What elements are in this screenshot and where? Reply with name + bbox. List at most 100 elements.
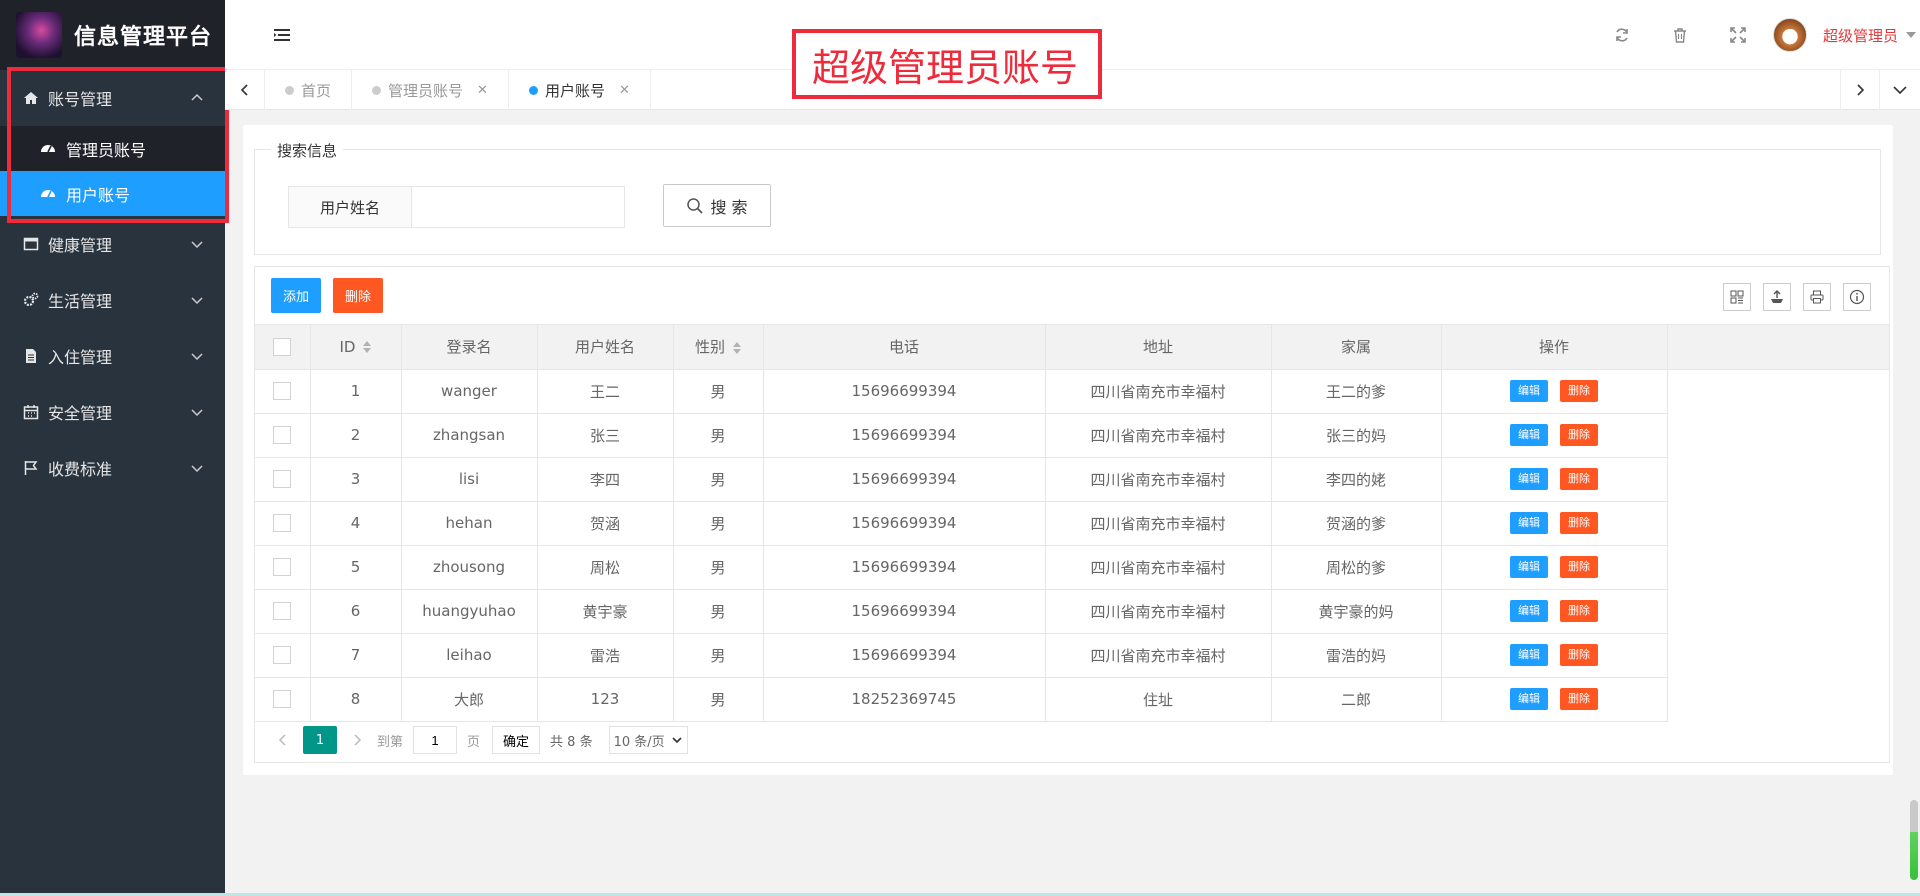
cell-name: 黄宇豪: [537, 589, 674, 634]
table-row[interactable]: 4 hehan 贺涵男 15696699394 四川省南充市幸福村 贺涵的爹 编辑 删除: [255, 501, 1889, 546]
table-row[interactable]: 6 huangyuhao 黄宇豪男 15696699394 四川省南充市幸福村 黄宇豪的妈…: [255, 589, 1889, 634]
cell-phone: 15696699394: [763, 545, 1046, 590]
column-header-filler: [1667, 325, 1889, 370]
user-table: ID 登录名 用户姓名 性别 电话 地址 家属 操作 1 wanger 王二男 156…: [255, 325, 1889, 722]
delete-button[interactable]: 删除: [1560, 556, 1598, 578]
cell-name: 王二: [537, 369, 674, 414]
edit-button[interactable]: 编辑: [1510, 644, 1548, 666]
close-icon[interactable]: ✕: [619, 83, 630, 98]
cell-family: 雷浩的妈: [1271, 633, 1442, 678]
delete-button[interactable]: 删除: [1560, 644, 1598, 666]
delete-button[interactable]: 删除: [1560, 688, 1598, 710]
row-checkbox[interactable]: [273, 646, 292, 665]
edit-button[interactable]: 编辑: [1510, 600, 1548, 622]
cell-name: 张三: [537, 413, 674, 458]
current-page[interactable]: 1: [303, 726, 337, 754]
delete-button[interactable]: 删除: [1560, 600, 1598, 622]
sidebar-item-admin-accounts[interactable]: 管理员账号: [0, 126, 225, 171]
sidebar-group-account[interactable]: 账号管理: [0, 70, 225, 126]
cell-phone: 15696699394: [763, 501, 1046, 546]
tab-home[interactable]: 首页: [265, 70, 353, 110]
row-checkbox[interactable]: [273, 426, 292, 445]
edit-button[interactable]: 编辑: [1510, 424, 1548, 446]
edit-button[interactable]: 编辑: [1510, 468, 1548, 490]
edit-button[interactable]: 编辑: [1510, 556, 1548, 578]
username[interactable]: 超级管理员: [1823, 25, 1898, 46]
close-icon[interactable]: ✕: [477, 83, 488, 98]
edit-button[interactable]: 编辑: [1510, 512, 1548, 534]
edit-button[interactable]: 编辑: [1510, 688, 1548, 710]
filler-cell: [1667, 413, 1889, 457]
next-page-icon[interactable]: [343, 726, 371, 754]
sidebar-group-life[interactable]: 生活管理: [0, 272, 225, 328]
table-header-row: ID 登录名 用户姓名 性别 电话 地址 家属 操作: [255, 325, 1889, 370]
sidebar-group-security[interactable]: 安全管理: [0, 384, 225, 440]
columns-icon[interactable]: [1723, 283, 1751, 311]
row-checkbox[interactable]: [273, 470, 292, 489]
sort-icon[interactable]: [363, 341, 372, 354]
filler-cell: [1667, 633, 1889, 677]
trash-icon[interactable]: [1651, 0, 1709, 70]
sort-icon[interactable]: [733, 341, 741, 354]
tab-menu-chevron-down-icon[interactable]: [1880, 70, 1920, 110]
sidebar-group-checkin[interactable]: 入住管理: [0, 328, 225, 384]
table-row[interactable]: 1 wanger 王二男 15696699394 四川省南充市幸福村 王二的爹 编辑 删除: [255, 369, 1889, 414]
delete-button[interactable]: 删除: [1560, 468, 1598, 490]
select-all-checkbox[interactable]: [273, 338, 292, 356]
menu-toggle-icon[interactable]: [273, 27, 291, 43]
name-search-input[interactable]: [411, 186, 625, 228]
info-icon[interactable]: [1843, 283, 1871, 311]
goto-page-input[interactable]: [413, 726, 458, 754]
cell-actions: 编辑 删除: [1441, 413, 1668, 458]
column-header-gender[interactable]: 性别: [673, 325, 764, 370]
cell-phone: 15696699394: [763, 633, 1046, 678]
delete-button[interactable]: 删除: [1560, 380, 1598, 402]
table-row[interactable]: 8 大郎 123 男 18252369745 住址 二郎 编辑 删除: [255, 677, 1889, 722]
fullscreen-icon[interactable]: [1709, 0, 1767, 70]
select-all-cell: [255, 325, 311, 370]
add-button[interactable]: 添加: [271, 278, 321, 313]
table-row[interactable]: 7 leihao 雷浩男 15696699394 四川省南充市幸福村 雷浩的妈 编辑 删除: [255, 633, 1889, 678]
sidebar-item-user-accounts[interactable]: 用户账号: [0, 171, 225, 216]
cell-actions: 编辑 删除: [1441, 369, 1668, 414]
refresh-icon[interactable]: [1593, 0, 1651, 70]
export-icon[interactable]: [1763, 283, 1791, 311]
total-count: 共 8 条: [550, 734, 593, 750]
cell-address: 四川省南充市幸福村: [1045, 589, 1272, 634]
delete-button[interactable]: 删除: [1560, 512, 1598, 534]
row-checkbox[interactable]: [273, 514, 292, 533]
page-size-select[interactable]: 10 条/页: [608, 726, 688, 754]
filler-cell: [1667, 589, 1889, 633]
column-header-id[interactable]: ID: [310, 325, 402, 370]
avatar[interactable]: [1772, 18, 1807, 52]
tab-user-accounts[interactable]: 用户账号 ✕: [509, 70, 651, 110]
toolbar-icons: [1711, 283, 1871, 311]
row-checkbox[interactable]: [273, 558, 292, 577]
prev-page-icon[interactable]: [269, 726, 297, 754]
search-button[interactable]: 搜 索: [663, 184, 771, 227]
edit-button[interactable]: 编辑: [1510, 380, 1548, 402]
delete-button[interactable]: 删除: [1560, 424, 1598, 446]
tab-scroll-left-icon[interactable]: [225, 70, 265, 110]
tab-scroll-right-icon[interactable]: [1840, 70, 1880, 110]
table-row[interactable]: 5 zhousong 周松男 15696699394 四川省南充市幸福村 周松的爹 编辑 删除: [255, 545, 1889, 590]
caret-down-icon[interactable]: [1906, 32, 1916, 38]
table-row[interactable]: 3 lisi 李四男 15696699394 四川省南充市幸福村 李四的姥 编辑 删除: [255, 457, 1889, 502]
table-row[interactable]: 2 zhangsan 张三男 15696699394 四川省南充市幸福村 张三的妈 编辑 删除: [255, 413, 1889, 458]
print-icon[interactable]: [1803, 283, 1831, 311]
scrollbar[interactable]: [1910, 800, 1918, 880]
tab-admin-accounts[interactable]: 管理员账号 ✕: [352, 70, 509, 110]
window-icon: [22, 235, 40, 253]
sidebar-group-health[interactable]: 健康管理: [0, 216, 225, 272]
cell-id: 6: [310, 589, 402, 634]
goto-confirm-button[interactable]: 确定: [492, 726, 541, 754]
row-checkbox[interactable]: [273, 602, 292, 621]
logo-area: 信息管理平台: [0, 0, 225, 70]
row-checkbox[interactable]: [273, 382, 292, 401]
search-button-label: 搜 索: [710, 197, 748, 217]
chevron-down-icon: [191, 409, 203, 417]
batch-delete-button[interactable]: 删除: [333, 278, 383, 313]
cell-phone: 18252369745: [763, 677, 1046, 722]
row-checkbox[interactable]: [273, 690, 292, 709]
sidebar-group-fees[interactable]: 收费标准: [0, 440, 225, 496]
